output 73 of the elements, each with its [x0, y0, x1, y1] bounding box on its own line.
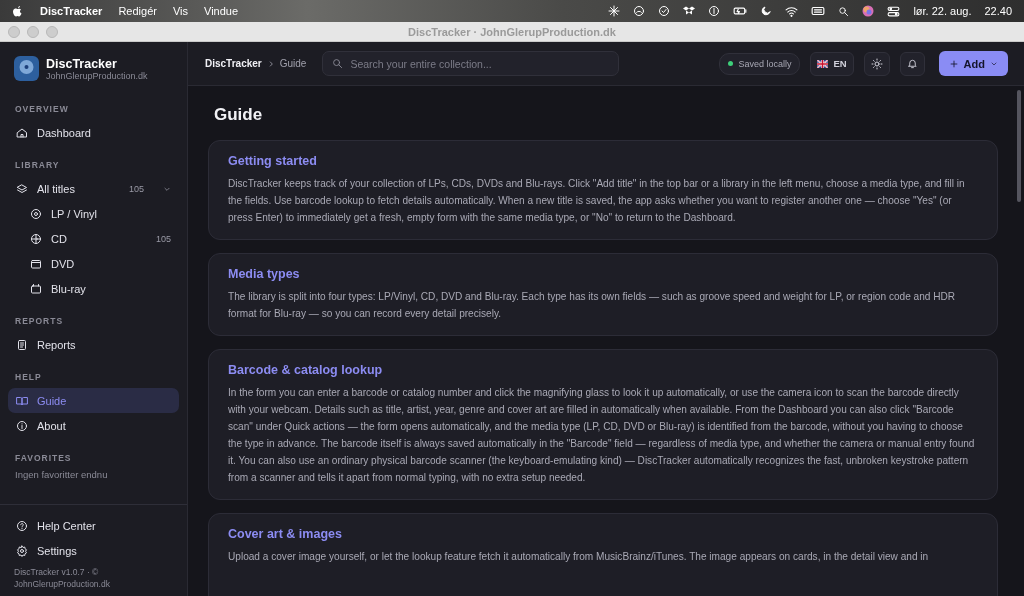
nav-item[interactable]: Help Center — [8, 513, 179, 539]
disc-icon — [30, 232, 42, 245]
brand-name: DiscTracker — [46, 56, 118, 71]
status-dot — [728, 61, 734, 66]
nav-item[interactable]: CD 105 — [8, 226, 179, 251]
bell-icon — [906, 58, 918, 69]
keyboard-icon[interactable] — [811, 4, 826, 18]
arc-icon[interactable] — [633, 5, 646, 17]
nav-item[interactable]: All titles 105 — [8, 176, 179, 201]
language-button[interactable]: EN — [810, 51, 854, 76]
card-title: Cover art & images — [228, 527, 343, 541]
app-menu[interactable]: DiscTracker — [40, 5, 103, 17]
siri-icon[interactable] — [862, 5, 875, 17]
info-icon — [16, 419, 28, 432]
card-text: In the form you can enter a barcode or catalog number and click the magnifying glass to look it up automatically, or use the camera icon to scan the barcode directly with your webcam. Details such as title, artist, year, genre and cover art are filled in automatically when available. From the Dashboard you can also click "Barcode scan" under Quick actions — the form opens automatically, and the media type (LP, CD, DVD or Blu-ray) is identified from the barcode, without you having to choose the type in advance. The barcode itself is always saved automatically in the "Barcode" field — regardless of media type, and whether the camera or manual entry found it. You can also use an ordinary physical barcode scanner (the keyboard-emulating kind) — DiscTracker automatically recognizes the fast, unbroken keystroke pattern from a scanner and tells it apart from normal typing, with no extra setup needed. — [228, 386, 976, 485]
menu-item[interactable]: Vis — [172, 5, 188, 17]
flag-icon — [817, 59, 829, 68]
menu-item[interactable]: Redigér — [118, 5, 157, 17]
battery-icon[interactable] — [733, 4, 748, 18]
settings-icon — [16, 544, 28, 557]
book-icon — [16, 394, 28, 407]
sparkle-icon[interactable] — [608, 5, 621, 17]
card-text: Upload a cover image yourself, or let the lookup feature fetch it automatically from MusicBrainz/iTunes. The image appears on cards, in the detail view and in — [228, 550, 930, 564]
card-title: Getting started — [228, 154, 318, 168]
nav-item[interactable]: Blu-ray — [8, 276, 179, 301]
scrollbar-thumb[interactable] — [1017, 90, 1021, 202]
plus-icon — [948, 58, 959, 69]
nav-item[interactable]: LP / Vinyl — [8, 201, 179, 226]
section-heading: REPORTS — [14, 315, 65, 328]
menu-item[interactable]: Vindue — [204, 5, 239, 17]
home-icon — [16, 126, 28, 139]
nav-item[interactable]: DVD — [8, 251, 179, 276]
version-text: DiscTracker v1.0.7 · © JohnGlerupProduction.dk — [13, 566, 111, 590]
nav-item[interactable]: Guide — [8, 388, 179, 413]
search-field[interactable]: Search your entire collection... — [322, 51, 620, 76]
layers-icon — [16, 182, 28, 195]
wifi-icon[interactable] — [785, 4, 799, 18]
add-button[interactable]: Add — [938, 51, 1008, 76]
nav-item[interactable]: About — [8, 413, 179, 438]
saved-status: Saved locally — [719, 52, 801, 75]
nav-item[interactable]: Reports — [8, 332, 179, 357]
section-heading: HELP — [14, 371, 43, 384]
case-icon — [30, 257, 42, 270]
section-heading: OVERVIEW — [14, 103, 70, 116]
apple-icon[interactable] — [12, 4, 24, 18]
theme-button[interactable] — [863, 51, 890, 76]
breadcrumb-current: Guide — [279, 58, 307, 69]
control-center-icon[interactable] — [887, 4, 901, 18]
sun-icon — [870, 57, 883, 70]
breadcrumb-link[interactable]: DiscTracker — [205, 58, 262, 69]
menu-date[interactable]: lør. 22. aug. — [913, 5, 972, 17]
menu-time[interactable]: 22.40 — [984, 5, 1012, 17]
disc-icon — [30, 207, 42, 220]
section-heading: LIBRARY — [14, 159, 61, 172]
nav-item[interactable]: Dashboard — [8, 120, 179, 145]
search-icon[interactable] — [838, 5, 850, 17]
section-heading: FAVORITES — [14, 452, 73, 465]
search-icon — [332, 58, 344, 69]
empty-favorites-text: Ingen favoritter endnu — [14, 469, 109, 480]
case-icon — [30, 282, 42, 295]
card-title: Media types — [228, 267, 301, 281]
page-title: Guide — [213, 104, 264, 126]
document-icon — [16, 338, 28, 351]
moon-icon[interactable] — [760, 5, 773, 17]
brand-subtitle: JohnGlerupProduction.dk — [46, 70, 148, 81]
nav-item[interactable]: Settings — [8, 538, 179, 564]
card-title: Barcode & catalog lookup — [228, 363, 384, 377]
notifications-button[interactable] — [899, 51, 925, 76]
help-icon — [16, 519, 28, 532]
card-text: DiscTracker keeps track of your collection of LPs, CDs, DVDs and Blu-rays. Click "Add title" in the top bar or a library in the left menu, choose a media type, and fill in the fields. Use barcode lookup to fetch details automatically. When a new title is saved, the app asks whether you want to register another one — choose "Yes" (or press Enter) to immediately get a fresh, empty form with the same media type, or "No" to return to the Dashboard. — [228, 177, 966, 225]
window-title: DiscTracker · JohnGlerupProduction.dk — [407, 25, 617, 38]
app-logo — [14, 56, 39, 81]
card-text: The library is split into four types: LP/Vinyl, CD, DVD and Blu-ray. Each type has its own fields — such as groove speed and weight for LP, or region code and HDR format for Blu-ray — so you can record every detail precisely. — [228, 290, 957, 321]
